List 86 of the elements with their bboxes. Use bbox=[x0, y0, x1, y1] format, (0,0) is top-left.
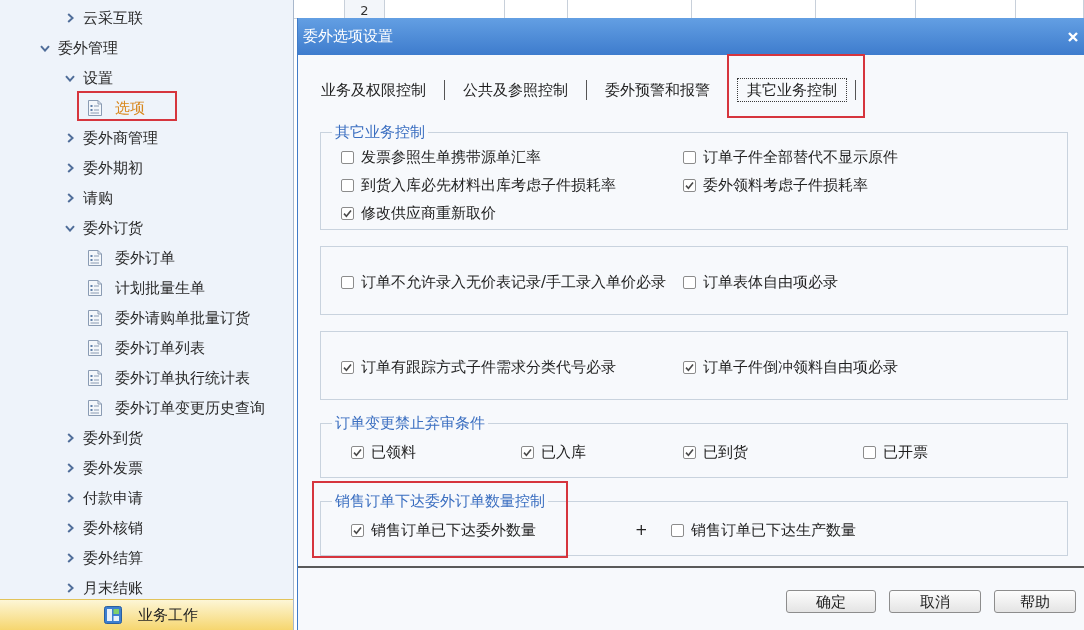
dialog-button[interactable]: 确定 bbox=[786, 590, 876, 613]
document-icon bbox=[88, 400, 102, 416]
tree-item[interactable]: 委外期初 bbox=[63, 156, 143, 180]
section-button[interactable]: 业务工作 bbox=[0, 599, 293, 630]
tree-item[interactable]: 委外订单 bbox=[88, 246, 175, 270]
tree-item[interactable]: 委外订单变更历史查询 bbox=[88, 396, 265, 420]
checkbox[interactable] bbox=[683, 178, 696, 192]
document-icon bbox=[88, 370, 102, 386]
chevron-right-icon[interactable] bbox=[67, 163, 74, 173]
checkbox[interactable] bbox=[341, 150, 354, 164]
tree-item[interactable]: 委外核销 bbox=[63, 516, 143, 540]
close-button[interactable] bbox=[1066, 29, 1080, 44]
checkbox[interactable] bbox=[683, 150, 696, 164]
tree-item[interactable]: 委外请购单批量订货 bbox=[88, 306, 250, 330]
group-title: 订单变更禁止弃审条件 bbox=[332, 413, 488, 433]
chevron-right-icon[interactable] bbox=[67, 433, 74, 443]
checkbox-label: 已到货 bbox=[703, 442, 748, 462]
document-icon bbox=[88, 250, 102, 266]
tree-item[interactable]: 计划批量生单 bbox=[88, 276, 205, 300]
tree-item[interactable]: 委外订单执行统计表 bbox=[88, 366, 250, 390]
checkbox-label: 修改供应商重新取价 bbox=[361, 203, 496, 223]
document-icon bbox=[88, 310, 102, 326]
checkbox-label: 订单子件全部替代不显示原件 bbox=[703, 147, 898, 167]
tree-item[interactable]: 设置 bbox=[63, 66, 113, 90]
document-icon bbox=[88, 340, 102, 356]
tree-item[interactable]: 委外订货 bbox=[63, 216, 143, 240]
tree-item[interactable]: 委外商管理 bbox=[63, 126, 158, 150]
chevron-down-icon[interactable] bbox=[65, 74, 75, 82]
checkbox[interactable] bbox=[341, 360, 354, 374]
checkbox[interactable] bbox=[683, 445, 696, 459]
checkbox[interactable] bbox=[341, 178, 354, 192]
group-title: 销售订单下达委外订单数量控制 bbox=[332, 491, 548, 511]
checkbox[interactable] bbox=[351, 445, 364, 459]
checkbox-label: 销售订单已下达生产数量 bbox=[691, 520, 856, 540]
tree-item[interactable]: 月末结账 bbox=[63, 576, 143, 599]
checkbox-label: 订单表体自由项必录 bbox=[703, 272, 838, 292]
checkbox-label: 订单有跟踪方式子件需求分类代号必录 bbox=[361, 357, 616, 377]
checkbox[interactable] bbox=[521, 445, 534, 459]
checkbox-label: 销售订单已下达委外数量 bbox=[371, 520, 536, 540]
chevron-right-icon[interactable] bbox=[67, 583, 74, 593]
checkbox[interactable] bbox=[351, 523, 364, 537]
plus-sign: + bbox=[635, 520, 649, 540]
tree-item[interactable]: 委外结算 bbox=[63, 546, 143, 570]
checkbox[interactable] bbox=[683, 360, 696, 374]
dialog-button[interactable]: 取消 bbox=[889, 590, 981, 613]
tab[interactable]: 公共及参照控制 bbox=[453, 78, 578, 102]
close-icon bbox=[1068, 31, 1078, 42]
checkbox-label: 委外领料考虑子件损耗率 bbox=[703, 175, 868, 195]
chevron-right-icon[interactable] bbox=[67, 463, 74, 473]
checkbox[interactable] bbox=[341, 206, 354, 220]
checkbox-label: 已领料 bbox=[371, 442, 416, 462]
document-icon bbox=[88, 280, 102, 296]
checkbox-label: 订单不允许录入无价表记录/手工录入单价必录 bbox=[361, 272, 667, 292]
checkbox-label: 已入库 bbox=[541, 442, 586, 462]
window-title: 委外选项设置 bbox=[303, 27, 393, 46]
tree-item[interactable]: 委外发票 bbox=[63, 456, 143, 480]
chevron-down-icon[interactable] bbox=[40, 44, 50, 52]
checkbox[interactable] bbox=[683, 275, 696, 289]
checkbox-label: 到货入库必先材料出库考虑子件损耗率 bbox=[361, 175, 616, 195]
tab[interactable]: 委外预警和报警 bbox=[595, 78, 720, 102]
group-title: 其它业务控制 bbox=[332, 122, 428, 142]
tree-item[interactable]: 请购 bbox=[63, 186, 113, 210]
chevron-right-icon[interactable] bbox=[67, 553, 74, 563]
window-icon bbox=[104, 606, 122, 624]
chevron-down-icon[interactable] bbox=[65, 224, 75, 232]
checkbox[interactable] bbox=[671, 523, 684, 537]
tree-item[interactable]: 云采互联 bbox=[63, 6, 143, 30]
tab[interactable]: 业务及权限控制 bbox=[311, 78, 436, 102]
checkbox[interactable] bbox=[341, 275, 354, 289]
row-number-cell: 2 bbox=[345, 0, 385, 18]
chevron-right-icon[interactable] bbox=[67, 13, 74, 23]
checkbox-label: 发票参照生单携带源单汇率 bbox=[361, 147, 541, 167]
chevron-right-icon[interactable] bbox=[67, 523, 74, 533]
checkbox-label: 订单子件倒冲领料自由项必录 bbox=[703, 357, 898, 377]
document-icon bbox=[88, 100, 102, 116]
tab[interactable]: 其它业务控制 bbox=[737, 78, 847, 102]
chevron-right-icon[interactable] bbox=[67, 193, 74, 203]
chevron-right-icon[interactable] bbox=[67, 133, 74, 143]
tree-item[interactable]: 付款申请 bbox=[63, 486, 143, 510]
tree-item[interactable]: 委外管理 bbox=[38, 36, 118, 60]
checkbox[interactable] bbox=[863, 445, 876, 459]
chevron-right-icon[interactable] bbox=[67, 493, 74, 503]
tree-item[interactable]: 委外到货 bbox=[63, 426, 143, 450]
checkbox-label: 已开票 bbox=[883, 442, 928, 462]
dialog-button[interactable]: 帮助 bbox=[994, 590, 1076, 613]
tree-item[interactable]: 委外订单列表 bbox=[88, 336, 205, 360]
